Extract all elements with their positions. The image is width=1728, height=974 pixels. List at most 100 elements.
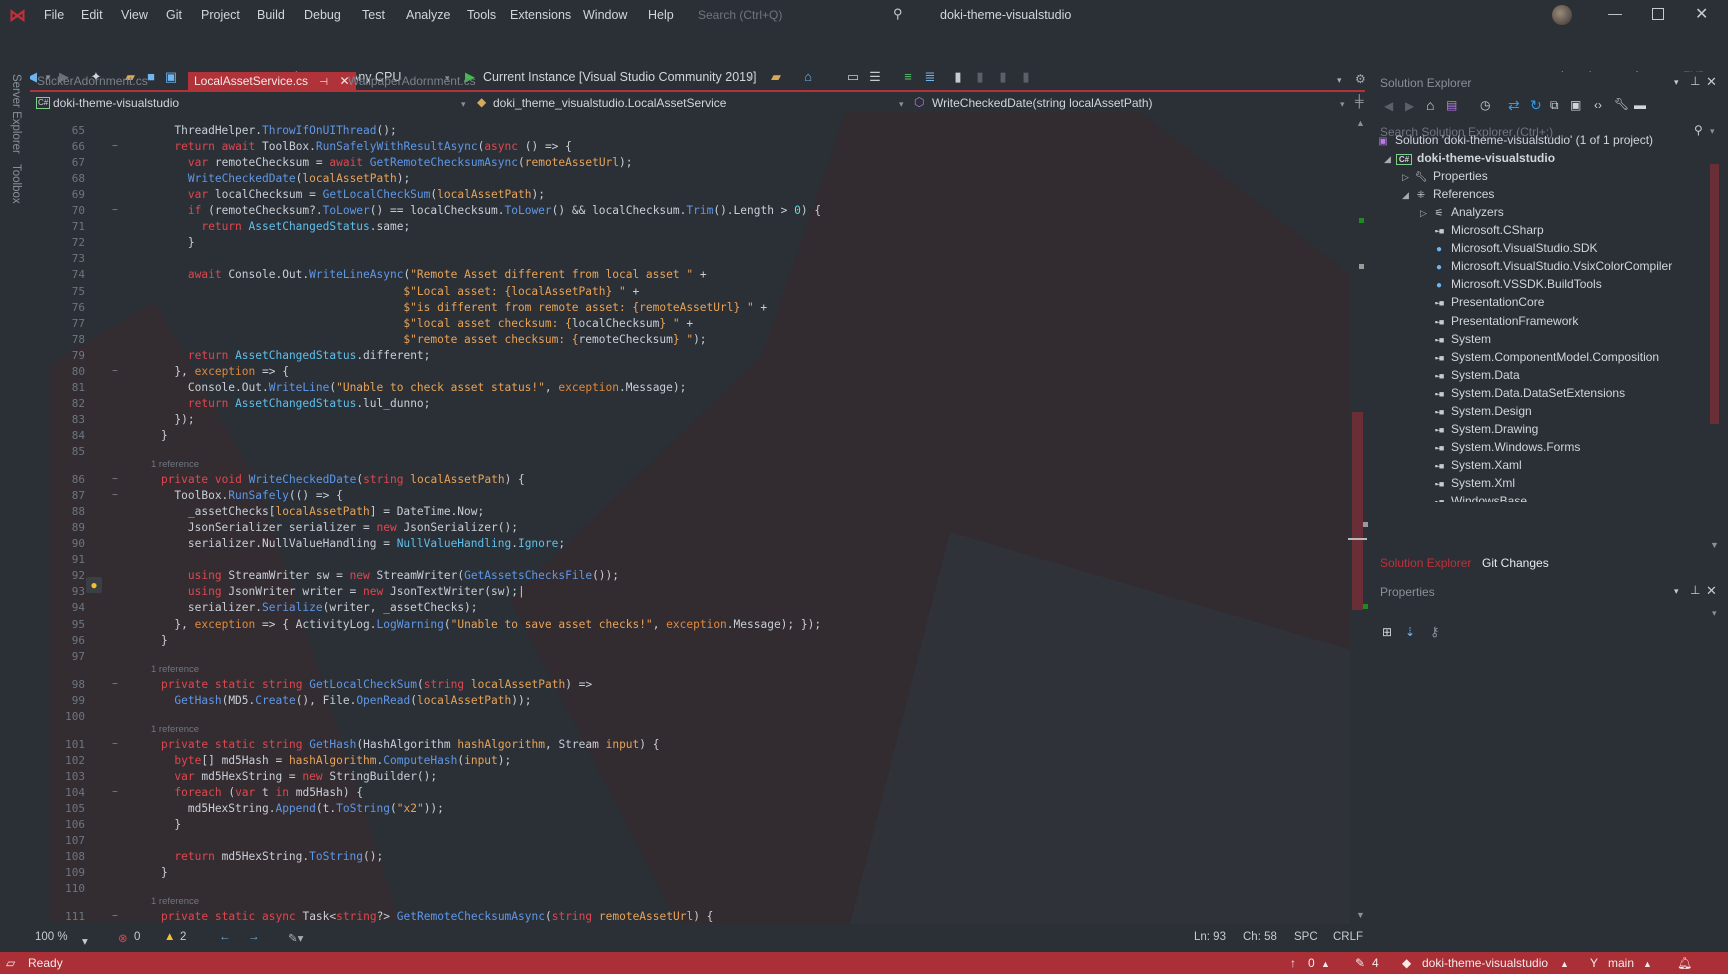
bookmark-icon[interactable]: ▮ — [950, 69, 966, 85]
project-node[interactable]: C# doki-theme-visualstudio — [1396, 151, 1555, 166]
tab-overflow-dropdown[interactable]: ▾ — [1337, 75, 1342, 86]
unpushed-count[interactable]: 0 — [1308, 956, 1315, 970]
code-line[interactable]: }); — [134, 413, 194, 426]
code-line[interactable]: using StreamWriter sw = new StreamWriter… — [134, 569, 619, 582]
code-editor[interactable]: 65 ThreadHelper.ThrowIfOnUIThread(); 66− … — [30, 112, 1350, 924]
reference-item[interactable]: ▪-■ System.Xml — [1432, 476, 1515, 490]
reference-item[interactable]: ● Microsoft.VSSDK.BuildTools — [1432, 277, 1602, 291]
fold-toggle-icon[interactable]: − — [112, 142, 120, 152]
code-line[interactable]: await Console.Out.WriteLineAsync("Remote… — [134, 268, 707, 281]
reference-item[interactable]: ● Microsoft.VisualStudio.SDK — [1432, 241, 1598, 255]
prev-bookmark-icon[interactable]: ▮ — [972, 69, 988, 85]
search-icon[interactable]: ⚲ — [893, 6, 903, 22]
error-count[interactable]: 0 — [134, 931, 140, 943]
code-line[interactable]: return md5HexString.ToString(); — [134, 850, 383, 863]
run-target-button[interactable]: Current Instance [Visual Studio Communit… — [483, 70, 757, 84]
avatar[interactable] — [1552, 5, 1572, 25]
maximize-button[interactable] — [1652, 8, 1664, 20]
property-pages-icon[interactable]: ⚷ — [1430, 624, 1440, 640]
code-line[interactable]: private void WriteCheckedDate(string loc… — [134, 473, 525, 486]
menu-project[interactable]: Project — [201, 8, 240, 22]
reference-item[interactable]: ▪-■ System.Data — [1432, 368, 1520, 382]
menu-analyze[interactable]: Analyze — [406, 8, 450, 22]
lightbulb-icon[interactable]: ● — [86, 577, 102, 593]
notifications-bell-icon[interactable]: 🔔︎ — [1677, 956, 1692, 970]
next-issue-icon[interactable]: → — [248, 931, 260, 943]
outline-icon[interactable]: ☰ — [867, 69, 883, 85]
collapsed-arrow-icon[interactable]: ▷ — [1420, 208, 1427, 219]
code-line[interactable]: JsonSerializer serializer = new JsonSeri… — [134, 521, 518, 534]
reference-item[interactable]: ▪-■ WindowsBase — [1432, 494, 1527, 502]
pending-changes-count[interactable]: 4 — [1372, 956, 1379, 970]
codelens-references[interactable]: 1 reference — [151, 664, 199, 675]
warning-icon[interactable]: ▲ — [164, 931, 175, 943]
code-line[interactable]: } — [134, 429, 168, 442]
gear-icon[interactable]: ⚙ — [1355, 72, 1366, 86]
pin-icon[interactable]: ⊣ — [319, 77, 328, 88]
comment-icon[interactable]: ≡ — [900, 69, 916, 85]
code-line[interactable]: var remoteChecksum = await GetRemoteChec… — [134, 156, 633, 169]
tab-wallpaper-adornment[interactable]: WallpaperAdornment.cs — [342, 72, 482, 91]
code-line[interactable]: return AssetChangedStatus.different; — [134, 349, 431, 362]
code-line[interactable]: var md5HexString = new StringBuilder(); — [134, 770, 437, 783]
codelens-references[interactable]: 1 reference — [151, 896, 199, 907]
menu-tools[interactable]: Tools — [467, 8, 496, 22]
cleanup-icon[interactable]: ✎▾ — [288, 931, 303, 945]
menu-help[interactable]: Help — [648, 8, 674, 22]
reference-item[interactable]: ▪-■ System.ComponentModel.Composition — [1432, 350, 1659, 364]
categorized-icon[interactable]: ⊞ — [1382, 625, 1392, 639]
code-line[interactable]: WriteCheckedDate(localAssetPath); — [134, 172, 410, 185]
code-line[interactable]: return AssetChangedStatus.lul_dunno; — [134, 397, 431, 410]
code-line[interactable]: GetHash(MD5.Create(), File.OpenRead(loca… — [134, 694, 531, 707]
scroll-down-icon[interactable]: ▼ — [1710, 540, 1719, 550]
split-editor-icon[interactable]: ╪ — [1355, 94, 1364, 108]
error-icon[interactable]: ⊗ — [118, 931, 128, 945]
menu-build[interactable]: Build — [257, 8, 285, 22]
branch-icon[interactable]: Y — [1590, 956, 1598, 970]
menu-git[interactable]: Git — [166, 8, 182, 22]
warning-count[interactable]: 2 — [180, 931, 186, 943]
indent-mode-status[interactable]: SPC — [1294, 931, 1318, 943]
fold-toggle-icon[interactable]: − — [112, 679, 120, 689]
code-line[interactable]: foreach (var t in md5Hash) { — [134, 786, 363, 799]
reference-item[interactable]: ▪-■ PresentationFramework — [1432, 314, 1579, 328]
fold-toggle-icon[interactable]: − — [112, 787, 120, 797]
previous-issue-icon[interactable]: ← — [219, 931, 231, 943]
reference-item[interactable]: ▪-■ System.Xaml — [1432, 458, 1522, 472]
find-in-files-icon[interactable]: ▰ — [768, 69, 784, 85]
menu-debug[interactable]: Debug — [304, 8, 341, 22]
codelens-references[interactable]: 1 reference — [151, 724, 199, 735]
fold-toggle-icon[interactable]: − — [112, 475, 120, 485]
menu-view[interactable]: View — [121, 8, 148, 22]
codelens-references[interactable]: 1 reference — [151, 459, 199, 470]
search-input[interactable]: Search (Ctrl+Q) — [698, 8, 782, 22]
code-line[interactable]: } — [134, 866, 168, 879]
collapsed-arrow-icon[interactable]: ▷ — [1402, 172, 1409, 183]
scroll-down-icon[interactable]: ▼ — [1356, 910, 1365, 920]
references-node[interactable]: ⁜ References — [1414, 187, 1495, 201]
code-line[interactable]: serializer.NullValueHandling = NullValue… — [134, 537, 565, 550]
tab-git-changes[interactable]: Git Changes — [1482, 556, 1549, 570]
alphabetical-icon[interactable]: ⇣ — [1405, 625, 1415, 639]
tab-solution-explorer[interactable]: Solution Explorer — [1380, 556, 1471, 570]
code-line[interactable]: }, exception => { — [134, 365, 289, 378]
solution-node[interactable]: ▣ Solution 'doki-theme-visualstudio' (1 o… — [1376, 133, 1653, 147]
reference-item[interactable]: ▪-■ Microsoft.CSharp — [1432, 223, 1544, 237]
uncomment-icon[interactable]: ≣ — [922, 69, 938, 85]
code-line[interactable]: Console.Out.WriteLine("Unable to check a… — [134, 381, 687, 394]
code-line[interactable]: $"is different from remote asset: {remot… — [134, 301, 767, 314]
reference-item[interactable]: ▪-■ System.Drawing — [1432, 422, 1539, 436]
scroll-up-icon[interactable]: ▲ — [1356, 118, 1365, 128]
code-line[interactable]: byte[] md5Hash = hashAlgorithm.ComputeHa… — [134, 754, 511, 767]
branch-button[interactable]: main — [1608, 956, 1634, 970]
code-line[interactable]: private static string GetLocalCheckSum(s… — [134, 678, 592, 691]
push-arrow-icon[interactable]: ↑ — [1290, 956, 1296, 970]
server-explorer-tab[interactable]: Server Explorer — [10, 74, 22, 154]
code-line[interactable]: $"Local asset: {localAssetPath} " + — [134, 285, 639, 298]
close-panel-icon[interactable]: ✕ — [1706, 583, 1717, 599]
code-line[interactable]: serializer.Serialize(writer, _assetCheck… — [134, 601, 478, 614]
fold-toggle-icon[interactable]: − — [112, 491, 120, 501]
zoom-level-dropdown[interactable]: 100 % — [35, 931, 68, 943]
repository-button[interactable]: doki-theme-visualstudio — [1422, 956, 1548, 970]
fold-toggle-icon[interactable]: − — [112, 366, 120, 376]
